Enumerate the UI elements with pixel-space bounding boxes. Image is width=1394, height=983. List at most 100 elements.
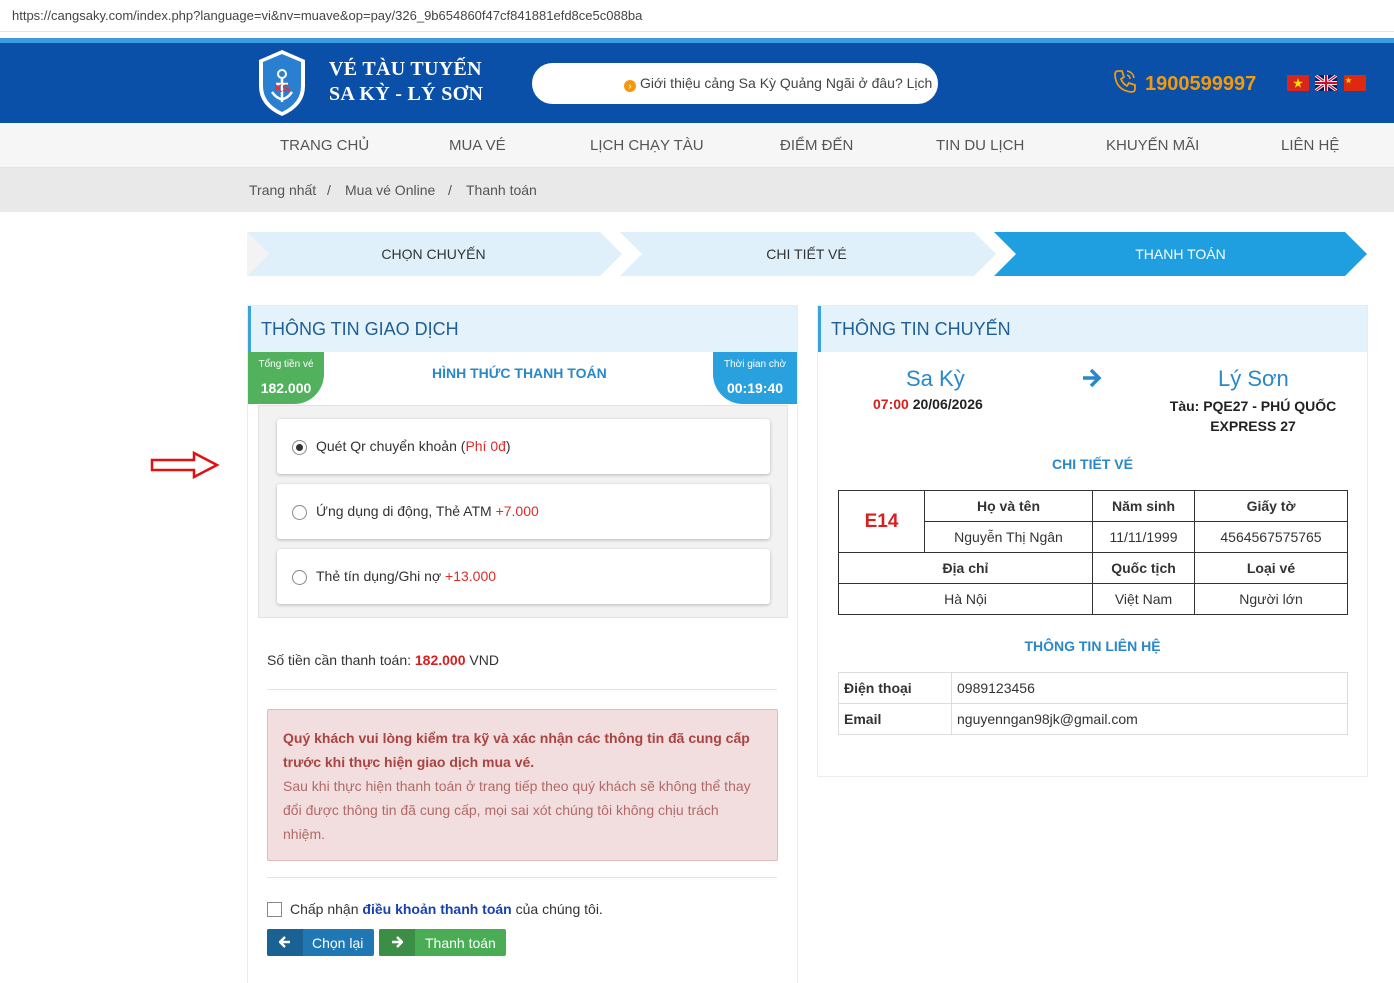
breadcrumb-separator: / <box>327 182 331 198</box>
url-text: https://cangsaky.com/index.php?language=… <box>12 8 643 23</box>
trip-panel-header: THÔNG TIN CHUYẾN <box>818 306 1367 352</box>
site-header: KS VÉ TÀU TUYẾN SA KỲ - LÝ SƠN › Giới thi… <box>0 43 1394 123</box>
marquee-text: Giới thiệu cảng Sa Kỳ Quảng Ngãi ở đâu? … <box>640 75 933 91</box>
breadcrumb: Trang nhất / Mua vé Online / Thanh toán <box>0 168 1394 212</box>
back-button[interactable]: Chọn lại <box>267 929 374 956</box>
departure-datetime: 07:00 20/06/2026 <box>873 396 983 412</box>
radio-qr[interactable] <box>292 440 307 455</box>
option-mobile-atm-fee: +7.000 <box>495 503 539 519</box>
contact-email-value: nguyenngan98jk@gmail.com <box>951 703 1348 735</box>
contact-email-label: Email <box>838 703 952 735</box>
phone-icon <box>1114 70 1136 93</box>
arrow-right-icon <box>1083 368 1102 388</box>
divider <box>267 689 777 690</box>
trip-title: THÔNG TIN CHUYẾN <box>831 319 1011 339</box>
news-marquee[interactable]: › Giới thiệu cảng Sa Kỳ Quảng Ngãi ở đâu?… <box>532 63 938 104</box>
terms-link[interactable]: điều khoản thanh toán <box>362 901 511 917</box>
cell-fullname: Nguyễn Thị Ngân <box>924 521 1093 553</box>
seat-code: E14 <box>838 490 925 553</box>
col-fullname: Họ và tên <box>924 490 1093 522</box>
nav-destinations[interactable]: ĐIỂM ĐẾN <box>780 137 853 154</box>
china-flag-icon[interactable] <box>1344 75 1366 91</box>
alert-text: Sau khi thực hiện thanh toán ở trang tiế… <box>283 778 751 842</box>
port-logo-icon[interactable]: KS <box>256 48 308 118</box>
vietnam-flag-icon[interactable] <box>1287 75 1309 91</box>
terms-prefix: Chấp nhận <box>290 901 359 917</box>
breadcrumb-current: Thanh toán <box>466 182 537 198</box>
cell-ticket-type: Người lớn <box>1194 583 1348 615</box>
checkout-steps: CHỌN CHUYẾN CHI TIẾT VÉ THANH TOÁN <box>247 232 1367 276</box>
total-value: 182.000 <box>260 380 312 396</box>
option-credit-card-fee: +13.000 <box>445 568 497 584</box>
pay-button[interactable]: Thanh toán <box>379 929 506 956</box>
total-badge: Tổng tiền vé 182.000 <box>248 352 324 404</box>
svg-text:KS: KS <box>274 83 289 95</box>
site-brand[interactable]: VÉ TÀU TUYẾN SA KỲ - LÝ SƠN <box>329 57 483 107</box>
col-nationality: Quốc tịch <box>1092 552 1195 584</box>
departure-date: 20/06/2026 <box>912 396 983 412</box>
cell-address: Hà Nội <box>838 583 1093 615</box>
warning-alert: Quý khách vui lòng kiểm tra kỹ và xác nh… <box>267 709 778 861</box>
arrow-left-icon <box>279 936 290 948</box>
contact-phone-label: Điện thoại <box>838 672 952 704</box>
departure-time: 07:00 <box>873 396 909 412</box>
route-destination: Lý Sơn <box>1218 366 1289 391</box>
payment-option-mobile-atm[interactable]: Ứng dụng di động, Thẻ ATM +7.000 <box>277 484 770 539</box>
payment-option-qr[interactable]: Quét Qr chuyển khoản (Phí 0đ) <box>277 419 770 474</box>
red-arrow-annotation-icon <box>150 451 220 479</box>
total-label: Tổng tiền vé <box>258 359 314 370</box>
payment-options: Quét Qr chuyển khoản (Phí 0đ) Ứng dụng d… <box>258 405 788 618</box>
trip-panel: THÔNG TIN CHUYẾN Sa Kỳ Lý Sơn 07:00 20/0… <box>817 305 1368 777</box>
col-id-document: Giấy tờ <box>1194 490 1348 522</box>
option-qr-fee: Phí 0đ <box>465 438 506 454</box>
option-qr-label: Quét Qr chuyển khoản <box>316 438 457 454</box>
terms-checkbox[interactable] <box>267 902 282 917</box>
amount-unit: VND <box>469 652 499 668</box>
col-address: Địa chỉ <box>838 552 1093 584</box>
terms-suffix: của chúng tôi. <box>515 901 603 917</box>
ticket-table: E14 Họ và tên Năm sinh Giấy tờ Nguyễn Th… <box>838 490 1348 615</box>
countdown-timer: 00:19:40 <box>726 380 784 396</box>
transaction-panel: THÔNG TIN GIAO DỊCH Tổng tiền vé 182.000… <box>247 305 798 983</box>
col-birth-year: Năm sinh <box>1092 490 1195 522</box>
nav-promotions[interactable]: KHUYẾN MÃI <box>1106 137 1199 154</box>
nav-schedule[interactable]: LỊCH CHẠY TÀU <box>590 137 704 154</box>
amount-due: Số tiền cần thanh toán: 182.000 VND <box>267 652 499 668</box>
option-mobile-atm-label: Ứng dụng di động, Thẻ ATM <box>316 503 492 519</box>
radio-mobile-atm[interactable] <box>292 505 307 520</box>
uk-flag-icon[interactable] <box>1315 75 1337 91</box>
breadcrumb-buy-online[interactable]: Mua vé Online <box>345 182 435 198</box>
col-ticket-type: Loại vé <box>1194 552 1348 584</box>
ticket-detail-title: CHI TIẾT VÉ <box>1052 456 1133 472</box>
nav-buy-ticket[interactable]: MUA VÉ <box>449 137 506 154</box>
nav-travel-news[interactable]: TIN DU LỊCH <box>936 137 1024 154</box>
transaction-title: THÔNG TIN GIAO DỊCH <box>261 319 459 339</box>
browser-url-bar[interactable]: https://cangsaky.com/index.php?language=… <box>0 0 1394 32</box>
payment-option-credit-card[interactable]: Thẻ tín dụng/Ghi nợ +13.000 <box>277 549 770 604</box>
payment-method-title: HÌNH THỨC THANH TOÁN <box>432 365 607 381</box>
arrow-right-icon <box>392 936 403 948</box>
step-ticket-detail: CHI TIẾT VÉ <box>766 246 847 262</box>
cell-id-document: 4564567575765 <box>1194 521 1348 553</box>
nav-home[interactable]: TRANG CHỦ <box>280 137 369 154</box>
breadcrumb-separator: / <box>448 182 452 198</box>
contact-table: Điện thoại 0989123456 Email nguyenngan98… <box>838 672 1348 735</box>
divider <box>267 877 777 878</box>
terms-row: Chấp nhận điều khoản thanh toán của chún… <box>267 901 603 917</box>
step-choose-trip: CHỌN CHUYẾN <box>381 246 486 262</box>
breadcrumb-home[interactable]: Trang nhất <box>249 182 316 198</box>
alert-bold-text: Quý khách vui lòng kiểm tra kỹ và xác nh… <box>283 730 750 770</box>
wait-label: Thời gian chờ <box>723 359 787 370</box>
hotline-number[interactable]: 1900599997 <box>1145 73 1256 96</box>
cell-birth-date: 11/11/1999 <box>1092 521 1195 553</box>
brand-line-2: SA KỲ - LÝ SƠN <box>329 83 484 105</box>
ship-info: Tàu: PQE27 - PHÚ QUỐC EXPRESS 27 <box>1169 398 1337 434</box>
radio-credit-card[interactable] <box>292 570 307 585</box>
contact-info-title: THÔNG TIN LIÊN HỆ <box>1024 638 1161 654</box>
nav-contact[interactable]: LIÊN HỆ <box>1281 137 1339 154</box>
option-credit-card-label: Thẻ tín dụng/Ghi nợ <box>316 568 442 584</box>
back-button-label: Chọn lại <box>312 935 364 951</box>
brand-line-1: VÉ TÀU TUYẾN <box>329 58 482 80</box>
amount-label: Số tiền cần thanh toán: <box>267 652 411 668</box>
cell-nationality: Việt Nam <box>1092 583 1195 615</box>
